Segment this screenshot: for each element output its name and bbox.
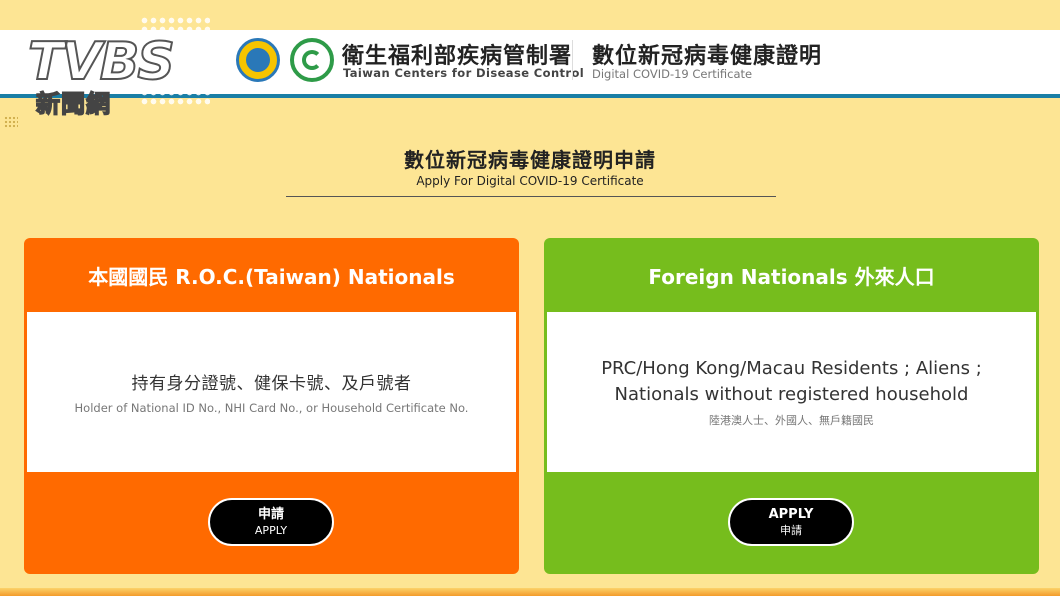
foreign-apply-label-en: APPLY	[768, 507, 814, 522]
foreign-card-description-line2: Nationals without registered household	[614, 384, 969, 405]
roc-nationals-card: 本國國民 R.O.C.(Taiwan) Nationals 持有身分證號、健保卡…	[24, 238, 519, 574]
roc-card-header: 本國國民 R.O.C.(Taiwan) Nationals	[88, 264, 455, 289]
foreign-card-description-zh: 陸港澳人士、外國人、無戶籍國民	[709, 414, 874, 427]
org-name-en[interactable]: Taiwan Centers for Disease Control	[343, 66, 584, 80]
foreign-nationals-card: Foreign Nationals 外來人口 PRC/Hong Kong/Mac…	[544, 238, 1039, 574]
foreign-card-header: Foreign Nationals 外來人口	[648, 264, 935, 289]
foreign-card-body: PRC/Hong Kong/Macau Residents ; Aliens ;…	[547, 312, 1036, 472]
roc-apply-label-zh: 申請	[257, 507, 284, 522]
tvbs-logo-subtext: 新聞網	[35, 89, 111, 119]
roc-apply-label-en: APPLY	[254, 524, 288, 537]
foreign-card-description-line1: PRC/Hong Kong/Macau Residents ; Aliens ;	[601, 358, 982, 379]
site-title-en: Digital COVID-19 Certificate	[592, 67, 753, 81]
foreign-apply-button[interactable]: APPLY 申請	[728, 498, 854, 546]
drag-handle-icon	[4, 116, 18, 128]
tvbs-watermark: TVBS 新聞網	[27, 14, 213, 119]
mohw-emblem-icon[interactable]	[236, 38, 280, 82]
title-underline	[286, 196, 776, 197]
tvbs-logo-text: TVBS	[27, 31, 176, 93]
site-title-zh: 數位新冠病毒健康證明	[592, 44, 823, 69]
foreign-apply-label-zh: 申請	[780, 524, 802, 537]
roc-apply-button[interactable]: 申請 APPLY	[208, 498, 334, 546]
foreign-card-description-en: PRC/Hong Kong/Macau Residents ; Aliens ;…	[601, 356, 982, 408]
page-title-zh: 數位新冠病毒健康證明申請	[404, 148, 656, 172]
roc-card-description-en: Holder of National ID No., NHI Card No.,…	[74, 401, 469, 415]
header-divider	[572, 40, 573, 80]
bottom-strip	[0, 588, 1060, 596]
page-title-en: Apply For Digital COVID-19 Certificate	[416, 174, 644, 188]
roc-card-body: 持有身分證號、健保卡號、及戶號者 Holder of National ID N…	[27, 312, 516, 472]
taiwan-cdc-logo-icon[interactable]	[290, 38, 334, 82]
roc-card-description-zh: 持有身分證號、健保卡號、及戶號者	[131, 374, 412, 394]
